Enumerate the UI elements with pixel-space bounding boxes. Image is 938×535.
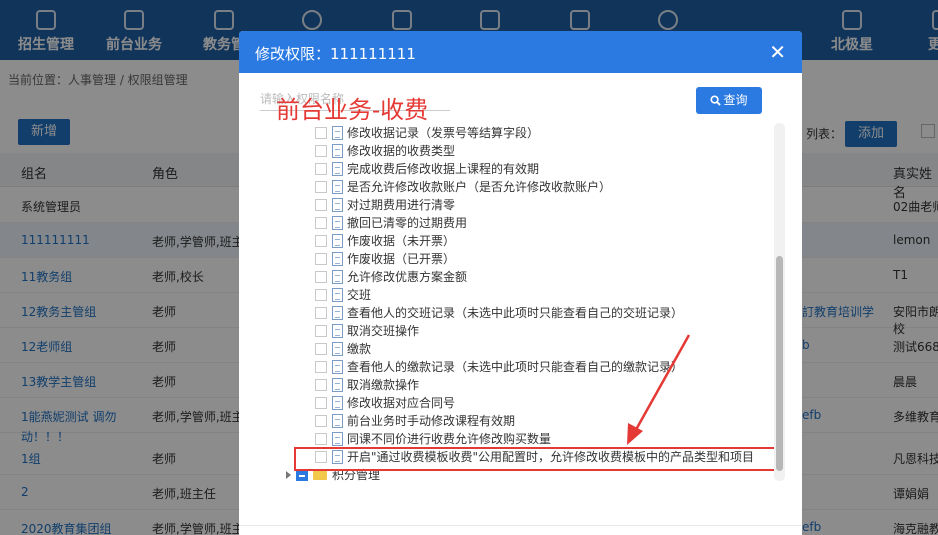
permission-node[interactable]: 是否允许修改收款账户（是否允许修改收款账户） xyxy=(315,178,611,196)
permission-node[interactable]: 作废收据（未开票） xyxy=(315,232,455,250)
search-icon xyxy=(710,95,722,106)
query-button[interactable]: 查询 xyxy=(696,87,762,114)
permission-checkbox[interactable] xyxy=(315,163,327,175)
permission-checkbox[interactable] xyxy=(315,199,327,211)
document-icon xyxy=(332,414,343,428)
permission-checkbox[interactable] xyxy=(315,361,327,373)
permission-node[interactable]: 同课不同价进行收费允许修改购买数量 xyxy=(315,430,551,448)
permission-label: 同课不同价进行收费允许修改购买数量 xyxy=(347,432,552,446)
permission-node[interactable]: 对过期费用进行清零 xyxy=(315,196,455,214)
highlight-box xyxy=(294,447,777,471)
permission-label: 修改收据对应合同号 xyxy=(347,396,456,410)
permission-label: 修改收据记录（发票号等结算字段） xyxy=(347,126,540,140)
document-icon xyxy=(332,180,343,194)
permission-checkbox[interactable] xyxy=(315,271,327,283)
permission-checkbox[interactable] xyxy=(315,379,327,391)
scrollbar-thumb[interactable] xyxy=(776,256,783,471)
permission-checkbox[interactable] xyxy=(315,433,327,445)
permission-checkbox[interactable] xyxy=(315,127,327,139)
permission-node[interactable]: 允许修改优惠方案金额 xyxy=(315,268,467,286)
dialog-header: 修改权限：111111111 ✕ xyxy=(239,31,802,73)
permission-checkbox[interactable] xyxy=(315,415,327,427)
permission-label: 对过期费用进行清零 xyxy=(347,198,456,212)
permission-node[interactable]: 交班 xyxy=(315,286,371,304)
permission-checkbox[interactable] xyxy=(315,343,327,355)
permission-node[interactable]: 修改收据对应合同号 xyxy=(315,394,455,412)
permission-checkbox[interactable] xyxy=(315,253,327,265)
permission-label: 撤回已清零的过期费用 xyxy=(347,216,468,230)
document-icon xyxy=(332,342,343,356)
permission-label: 作废收据（未开票） xyxy=(347,234,456,248)
permission-node[interactable]: 修改收据记录（发票号等结算字段） xyxy=(315,124,539,142)
annotation-arrow xyxy=(627,334,691,445)
permission-node[interactable]: 前台业务时手动修改课程有效期 xyxy=(315,412,515,430)
permission-label: 取消缴款操作 xyxy=(347,378,420,392)
permission-label: 交班 xyxy=(347,288,372,302)
permission-checkbox[interactable] xyxy=(315,217,327,229)
document-icon xyxy=(332,396,343,410)
edit-permission-dialog: 修改权限：111111111 ✕ 前台业务-收费 查询 修改收据记录（发票号等结… xyxy=(239,31,802,535)
document-icon xyxy=(332,198,343,212)
permission-node[interactable]: 缴款 xyxy=(315,340,371,358)
permission-checkbox[interactable] xyxy=(315,235,327,247)
permission-checkbox[interactable] xyxy=(315,325,327,337)
permission-node[interactable]: 完成收费后修改收据上课程的有效期 xyxy=(315,160,539,178)
permission-label: 修改收据的收费类型 xyxy=(347,144,456,158)
permission-checkbox[interactable] xyxy=(315,145,327,157)
permission-node[interactable]: 修改收据的收费类型 xyxy=(315,142,455,160)
document-icon xyxy=(332,252,343,266)
document-icon xyxy=(332,162,343,176)
document-icon xyxy=(332,270,343,284)
permission-checkbox[interactable] xyxy=(315,307,327,319)
document-icon xyxy=(332,378,343,392)
permission-node[interactable]: 取消缴款操作 xyxy=(315,376,419,394)
permission-label: 完成收费后修改收据上课程的有效期 xyxy=(347,162,540,176)
annotation-label: 前台业务-收费 xyxy=(276,96,429,124)
permission-node[interactable]: 取消交班操作 xyxy=(315,322,419,340)
permission-label: 取消交班操作 xyxy=(347,324,420,338)
document-icon xyxy=(332,432,343,446)
permission-label: 前台业务时手动修改课程有效期 xyxy=(347,414,516,428)
permission-label: 是否允许修改收款账户（是否允许修改收款账户） xyxy=(347,180,612,194)
permission-node[interactable]: 作废收据（已开票） xyxy=(315,250,455,268)
document-icon xyxy=(332,360,343,374)
dialog-footer xyxy=(239,525,802,535)
permission-checkbox[interactable] xyxy=(315,289,327,301)
permission-label: 缴款 xyxy=(347,342,372,356)
permission-node[interactable]: 查看他人的交班记录（未选中此项时只能查看自己的交班记录） xyxy=(315,304,683,322)
permission-label: 允许修改优惠方案金额 xyxy=(347,270,468,284)
dialog-title: 修改权限：111111111 xyxy=(255,45,416,63)
permission-label: 作废收据（已开票） xyxy=(347,252,456,266)
document-icon xyxy=(332,288,343,302)
query-button-label: 查询 xyxy=(723,93,748,107)
document-icon xyxy=(332,216,343,230)
document-icon xyxy=(332,306,343,320)
document-icon xyxy=(332,144,343,158)
close-icon[interactable]: ✕ xyxy=(769,40,786,64)
permission-node[interactable]: 撤回已清零的过期费用 xyxy=(315,214,467,232)
permission-checkbox[interactable] xyxy=(315,181,327,193)
permission-checkbox[interactable] xyxy=(315,397,327,409)
document-icon xyxy=(332,324,343,338)
document-icon xyxy=(332,126,343,140)
document-icon xyxy=(332,234,343,248)
permission-label: 查看他人的交班记录（未选中此项时只能查看自己的交班记录） xyxy=(347,306,684,320)
expand-arrow-icon[interactable] xyxy=(286,471,291,479)
